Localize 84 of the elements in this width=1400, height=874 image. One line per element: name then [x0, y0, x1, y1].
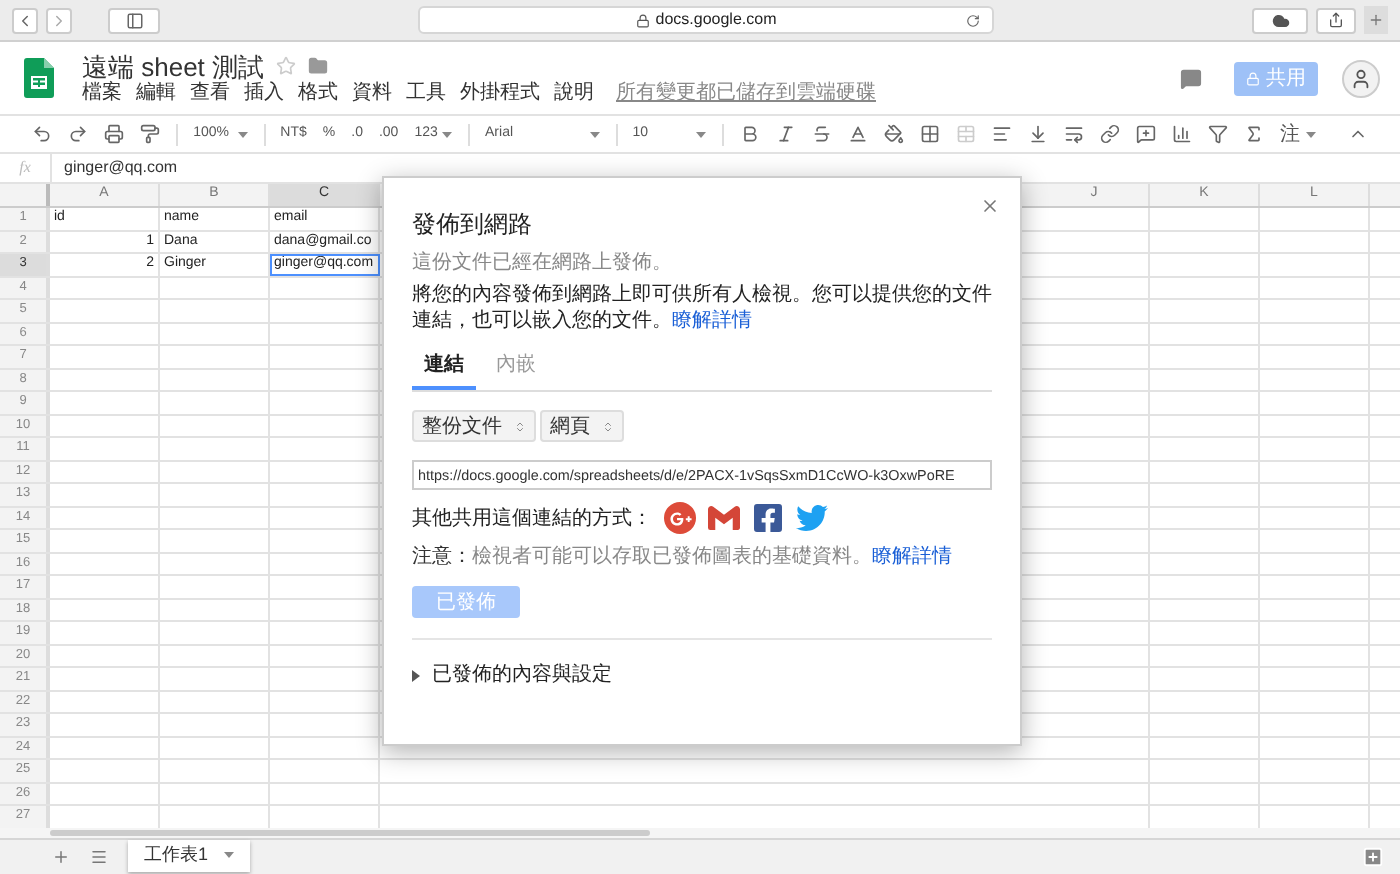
formula-field[interactable]: ginger@qq.com — [64, 156, 178, 180]
functions-icon[interactable] — [1244, 124, 1265, 144]
share-page-button[interactable] — [1316, 7, 1356, 33]
caret-icon — [696, 131, 707, 137]
forward-button[interactable] — [46, 7, 72, 33]
account-avatar[interactable] — [1342, 59, 1380, 97]
add-sheet-icon[interactable] — [52, 848, 70, 866]
back-icon — [16, 11, 34, 29]
url-text: docs.google.com — [655, 8, 777, 32]
expand-triangle-icon — [412, 669, 420, 681]
person-icon — [1350, 67, 1372, 89]
publish-status-text: 這份文件已經在網路上發佈。 — [412, 254, 674, 274]
function-label: fx — [17, 156, 33, 180]
caret-icon — [441, 131, 452, 137]
dropdown-select[interactable]: 網頁 — [540, 410, 624, 442]
sheet-tab[interactable]: 工作表1 — [128, 839, 251, 871]
chart-icon[interactable] — [1172, 124, 1193, 144]
print-icon[interactable] — [104, 124, 124, 144]
document-title[interactable]: 遠端 sheet 測試 — [82, 53, 265, 79]
menu-item[interactable]: 資料 — [352, 83, 392, 103]
save-status-link[interactable]: 所有變更都已儲存到雲端硬碟 — [616, 83, 876, 103]
reload-icon[interactable] — [966, 13, 980, 27]
back-button[interactable] — [12, 7, 38, 33]
sidebar-button[interactable] — [108, 7, 160, 33]
bold-icon[interactable] — [740, 124, 761, 144]
explore-icon[interactable] — [1362, 846, 1384, 868]
filter-icon[interactable] — [1208, 124, 1229, 144]
note-text: 注意：檢視者可能可以存取已發佈圖表的基礎資料。瞭解詳情 — [412, 544, 954, 570]
twitter-icon[interactable] — [796, 502, 828, 534]
sidebar-icon — [125, 11, 143, 29]
forward-icon — [50, 11, 68, 29]
plus-icon — [1368, 12, 1384, 28]
menu-item[interactable]: 檔案 — [82, 83, 122, 103]
published-settings-toggle[interactable]: 已發佈的內容與設定 — [412, 660, 612, 690]
menu-item[interactable]: 說明 — [554, 83, 594, 103]
caret-icon — [589, 131, 600, 137]
dialog-title: 發佈到網路 — [412, 208, 534, 242]
cloud-icon — [1271, 11, 1289, 29]
redo-icon[interactable] — [68, 124, 88, 144]
google-plus-icon[interactable] — [664, 502, 696, 534]
dialog-tab[interactable]: 連結 — [412, 350, 476, 390]
menu-item[interactable]: 外掛程式 — [460, 83, 540, 103]
learn-more-link[interactable]: 瞭解詳情 — [872, 546, 952, 568]
spreadsheet-logo-icon[interactable] — [24, 58, 54, 98]
folder-icon[interactable] — [308, 56, 329, 76]
star-icon[interactable] — [276, 56, 297, 76]
comment-icon[interactable] — [1180, 67, 1202, 89]
add-comment-icon[interactable] — [1136, 124, 1157, 144]
lock-icon — [635, 13, 650, 27]
text-wrap-icon[interactable] — [1064, 124, 1085, 144]
menu-item[interactable]: 格式 — [298, 83, 338, 103]
merge-cells-icon[interactable] — [956, 124, 977, 144]
share-icon — [1328, 12, 1344, 28]
scrollbar-thumb[interactable] — [50, 830, 650, 836]
close-icon[interactable] — [980, 196, 1000, 216]
undo-icon[interactable] — [32, 124, 52, 144]
borders-icon[interactable] — [920, 124, 941, 144]
cloud-button[interactable] — [1252, 7, 1308, 33]
menu-item[interactable]: 工具 — [406, 83, 446, 103]
italic-icon[interactable] — [776, 124, 797, 144]
mail-icon[interactable] — [708, 502, 740, 534]
all-sheets-icon[interactable] — [90, 848, 108, 866]
caret-icon — [1306, 131, 1317, 137]
share-label: 其他共用這個連結的方式： — [412, 505, 652, 533]
caret-icon — [237, 131, 248, 137]
paint-format-icon[interactable] — [140, 124, 160, 144]
lock-icon — [1246, 71, 1260, 85]
description-text: 將您的內容發佈到網路上即可供所有人檢視。您可以提供您的文件連結，也可以嵌入您的文件。瞭解詳情 — [412, 282, 992, 334]
menu-item[interactable]: 編輯 — [136, 83, 176, 103]
address-bar[interactable]: docs.google.com — [418, 6, 994, 34]
menu-item[interactable]: 插入 — [244, 83, 284, 103]
text-color-icon[interactable] — [848, 124, 869, 144]
vertical-align-icon[interactable] — [1028, 124, 1049, 144]
fill-color-icon[interactable] — [884, 124, 905, 144]
align-left-icon[interactable] — [992, 124, 1013, 144]
input-tools-select[interactable]: 注 — [1280, 119, 1317, 149]
new-tab-button[interactable] — [1364, 6, 1388, 34]
caret-icon — [224, 852, 235, 858]
strikethrough-icon[interactable] — [812, 124, 833, 144]
menu-item[interactable]: 查看 — [190, 83, 230, 103]
link-icon[interactable] — [1100, 124, 1121, 144]
learn-more-link[interactable]: 瞭解詳情 — [672, 310, 752, 332]
dropdown-select[interactable]: 整份文件 — [412, 410, 536, 442]
facebook-icon[interactable] — [752, 502, 784, 534]
